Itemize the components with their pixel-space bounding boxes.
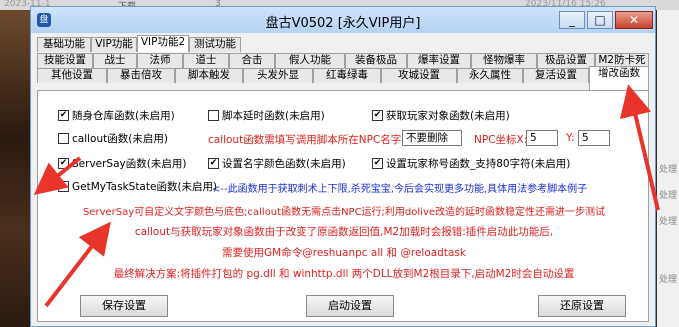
- tab-crit[interactable]: 暴击倍攻: [107, 68, 175, 83]
- hint-line-1: ServerSay可自定义文字颜色与底色;callout函数无需点击NPC运行;…: [82, 207, 606, 218]
- npc-y-label: Y:: [566, 132, 575, 144]
- tab-test[interactable]: 测试功能: [189, 37, 241, 52]
- npc-y-input[interactable]: 5: [578, 130, 610, 146]
- tab-siege[interactable]: 攻城设置: [381, 68, 457, 83]
- tab-droprate[interactable]: 爆率设置: [407, 53, 471, 68]
- tab-panel-add-functions: ✔ 随身仓库函数(未启用) 脚本延时函数(未启用) ✔ 获取玩家对象函数(未启用…: [37, 90, 649, 322]
- tab-poison[interactable]: 红毒绿毒: [313, 68, 381, 83]
- checkbox-box[interactable]: [208, 110, 219, 121]
- tab-combo[interactable]: 合击: [229, 53, 275, 68]
- hint-line-3: 需要使用GM命令@reshuanpc all 和 @reloadtask: [222, 247, 466, 259]
- npc-name-input[interactable]: 不要删除: [402, 130, 462, 146]
- serversay-checkbox[interactable]: ✔ ServerSay函数(未启用): [58, 156, 186, 171]
- tab-hair[interactable]: 头发外显: [243, 68, 313, 83]
- minimize-button[interactable]: _: [559, 11, 585, 29]
- tab-rare[interactable]: 极品设置: [537, 53, 595, 68]
- name-color-label: 设置名字颜色函数(未启用): [222, 158, 346, 170]
- tab-script-trigger[interactable]: 脚本触发: [175, 68, 243, 83]
- hint-line-2: callout与获取玩家对象函数由于改变了原函数返回值,M2加载时会报错:插件启…: [134, 226, 554, 238]
- tab-revive[interactable]: 复活设置: [523, 68, 589, 83]
- npc-x-input[interactable]: 5: [526, 130, 558, 146]
- tab-equip[interactable]: 装备极品: [345, 53, 407, 68]
- name-color-checkbox[interactable]: ✔ 设置名字颜色函数(未启用): [208, 156, 346, 171]
- bg-label: 处理: [659, 275, 678, 285]
- main-window: 盘 盘古V0502 [永久VIP用户] _ □ ✕ 基础功能 VIP功能 VIP…: [30, 6, 656, 327]
- task-state-hint: <--此函数用于获取刺术上下限,杀死宝宝,今后会实现更多功能,具体用法参考脚本例…: [212, 184, 588, 195]
- save-button[interactable]: 保存设置: [80, 295, 168, 317]
- checkbox-box[interactable]: ✔: [372, 158, 383, 169]
- close-button[interactable]: ✕: [615, 11, 653, 29]
- tab-add-functions[interactable]: 增改函数: [589, 66, 649, 90]
- tab-dummy[interactable]: 假人功能: [275, 53, 345, 68]
- maximize-button[interactable]: □: [587, 11, 613, 29]
- checkbox-box[interactable]: ✔: [58, 110, 69, 121]
- title-bar[interactable]: 盘 盘古V0502 [永久VIP用户] _ □ ✕: [31, 7, 655, 33]
- checkbox-box[interactable]: [58, 181, 69, 192]
- task-state-checkbox[interactable]: GetMyTaskState函数(未启用): [58, 179, 217, 194]
- tab-monster-drop[interactable]: 怪物爆率: [471, 53, 537, 68]
- tab-warrior[interactable]: 战士: [93, 53, 137, 68]
- checkbox-box[interactable]: ✔: [372, 110, 383, 121]
- player-title-label: 设置玩家称号函数_支持80字符(未启用): [386, 158, 571, 170]
- player-title-checkbox[interactable]: ✔ 设置玩家称号函数_支持80字符(未启用): [372, 156, 570, 171]
- warehouse-checkbox[interactable]: ✔ 随身仓库函数(未启用): [58, 108, 175, 123]
- get-player-obj-checkbox[interactable]: ✔ 获取玩家对象函数(未启用): [372, 108, 510, 123]
- get-player-obj-label: 获取玩家对象函数(未启用): [386, 110, 510, 122]
- tab-vip[interactable]: VIP功能: [91, 37, 137, 52]
- window-client: 基础功能 VIP功能 VIP功能2 测试功能 技能设置 战士 法师 道士 合击 …: [35, 35, 651, 324]
- tab-basic[interactable]: 基础功能: [37, 37, 91, 52]
- tab-skill[interactable]: 技能设置: [37, 53, 93, 68]
- tab-vip2[interactable]: VIP功能2: [137, 35, 189, 52]
- tab-taoist[interactable]: 道士: [183, 53, 229, 68]
- callout-hint: callout函数需填写调用脚本所在NPC名字: [208, 134, 402, 146]
- desktop-wallpaper: [0, 10, 34, 327]
- hint-line-4: 最终解决方案:将插件打包的 pg.dll 和 winhttp.dll 两个DLL…: [113, 268, 575, 280]
- tab-permanent[interactable]: 永久属性: [457, 68, 523, 83]
- background-window-edge: 处理 处理 处理 处理: [657, 10, 679, 327]
- tab-mage[interactable]: 法师: [137, 53, 183, 68]
- checkbox-box[interactable]: [58, 133, 69, 144]
- task-state-label: GetMyTaskState函数(未启用): [72, 181, 218, 193]
- script-delay-checkbox[interactable]: 脚本延时函数(未启用): [208, 108, 325, 123]
- callout-label: callout函数(未启用): [72, 133, 168, 145]
- restore-button[interactable]: 还原设置: [538, 295, 626, 317]
- checkbox-box[interactable]: ✔: [58, 158, 69, 169]
- bg-label: 处理: [659, 165, 678, 175]
- bg-label: 处理: [659, 191, 678, 201]
- start-button[interactable]: 启动设置: [306, 295, 394, 317]
- bg-label: 处理: [659, 217, 678, 227]
- tab-other[interactable]: 其他设置: [37, 68, 107, 83]
- checkbox-box[interactable]: ✔: [208, 158, 219, 169]
- script-delay-label: 脚本延时函数(未启用): [222, 110, 325, 122]
- callout-checkbox[interactable]: callout函数(未启用): [58, 131, 168, 146]
- warehouse-label: 随身仓库函数(未启用): [72, 110, 175, 122]
- npc-coord-label: NPC坐标X:: [474, 134, 528, 146]
- serversay-label: ServerSay函数(未启用): [72, 158, 187, 170]
